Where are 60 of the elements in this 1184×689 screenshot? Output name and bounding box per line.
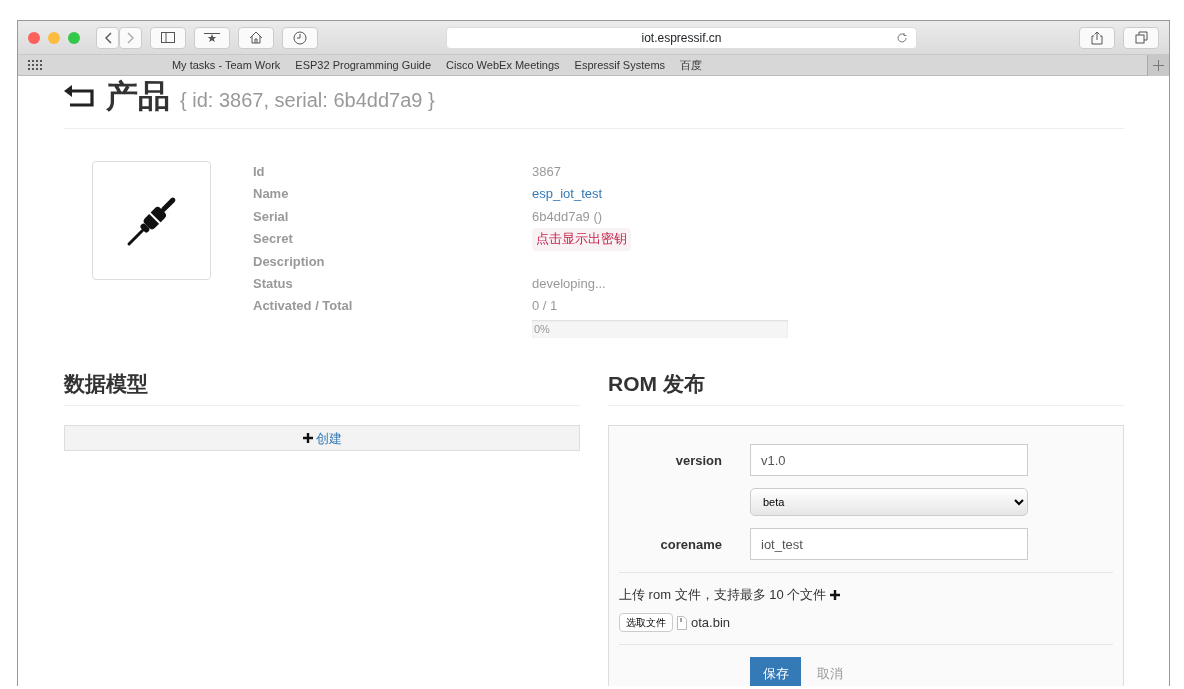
home-button[interactable] <box>238 26 274 49</box>
page-title: 产品 <box>106 77 170 116</box>
clock-icon <box>293 30 307 45</box>
bookmark-link[interactable]: 百度 <box>680 56 703 74</box>
save-button[interactable]: 保存 <box>750 657 801 686</box>
detail-label: Status <box>253 275 294 294</box>
section-title: 数据模型 <box>64 367 580 407</box>
upload-label: 上传 rom 文件，支持最多 10 个文件 <box>619 586 827 605</box>
name-link[interactable]: esp_iot_test <box>532 183 603 206</box>
star-icon <box>204 32 220 43</box>
corename-field[interactable]: iot_test <box>750 528 1028 561</box>
choose-file-button[interactable]: 选取文件 <box>619 613 673 633</box>
channel-select[interactable]: beta <box>750 488 1028 517</box>
page-subtitle: { id: 3867, serial: 6b4dd7a9 } <box>180 88 435 113</box>
bookmark-link[interactable]: My tasks - Team Work <box>171 56 281 74</box>
detail-value: 6b4dd7a9 () <box>532 207 603 226</box>
detail-value: 0 / 1 <box>532 297 558 316</box>
add-file-icon[interactable] <box>830 590 841 601</box>
back-arrow-icon[interactable] <box>64 85 96 107</box>
bookmark-link[interactable]: Cisco WebEx Meetings <box>446 56 560 74</box>
detail-label: Description <box>253 252 326 271</box>
minimize-window-button[interactable] <box>48 31 60 44</box>
bookmark-link[interactable]: Espressif Systems <box>574 56 666 74</box>
detail-label: Serial <box>253 207 290 226</box>
field-label: version <box>674 451 722 470</box>
bookmark-link[interactable]: ESP32 Programming Guide <box>295 56 432 74</box>
new-tab-button[interactable] <box>1147 54 1169 76</box>
bookmarks-button[interactable] <box>194 26 230 49</box>
detail-label: Name <box>253 185 290 204</box>
plus-icon <box>302 433 313 444</box>
url-text: iot.espressif.cn <box>641 29 722 47</box>
forward-button[interactable] <box>119 26 142 49</box>
plus-icon <box>1153 59 1164 71</box>
detail-value: 3867 <box>532 163 561 181</box>
tabs-icon <box>1134 31 1148 44</box>
section-title: ROM 发布 <box>608 367 1124 407</box>
back-button[interactable] <box>96 26 119 49</box>
show-secret-link[interactable]: 点击显示出密钥 <box>532 228 631 251</box>
grid-icon[interactable] <box>28 60 42 70</box>
detail-label: Secret <box>253 230 294 249</box>
address-bar[interactable]: iot.espressif.cn <box>446 26 917 49</box>
zoom-window-button[interactable] <box>68 31 80 44</box>
progress-text: 0% <box>533 322 550 335</box>
detail-label: Activated / Total <box>253 297 354 316</box>
tabs-button[interactable] <box>1123 26 1159 49</box>
history-button[interactable] <box>282 26 318 49</box>
sidebar-button[interactable] <box>150 26 186 49</box>
share-button[interactable] <box>1079 26 1115 49</box>
close-window-button[interactable] <box>28 31 40 44</box>
field-label: corename <box>659 535 722 554</box>
file-icon <box>677 615 687 630</box>
reload-icon <box>896 31 908 44</box>
create-button[interactable]: 创建 <box>64 425 580 452</box>
file-name: ota.bin <box>691 613 731 632</box>
detail-value: developing... <box>532 275 606 294</box>
home-icon <box>249 31 263 44</box>
share-icon <box>1091 30 1103 45</box>
detail-label: Id <box>253 163 266 181</box>
sidebar-icon <box>161 32 175 43</box>
version-field[interactable]: v1.0 <box>750 444 1028 477</box>
